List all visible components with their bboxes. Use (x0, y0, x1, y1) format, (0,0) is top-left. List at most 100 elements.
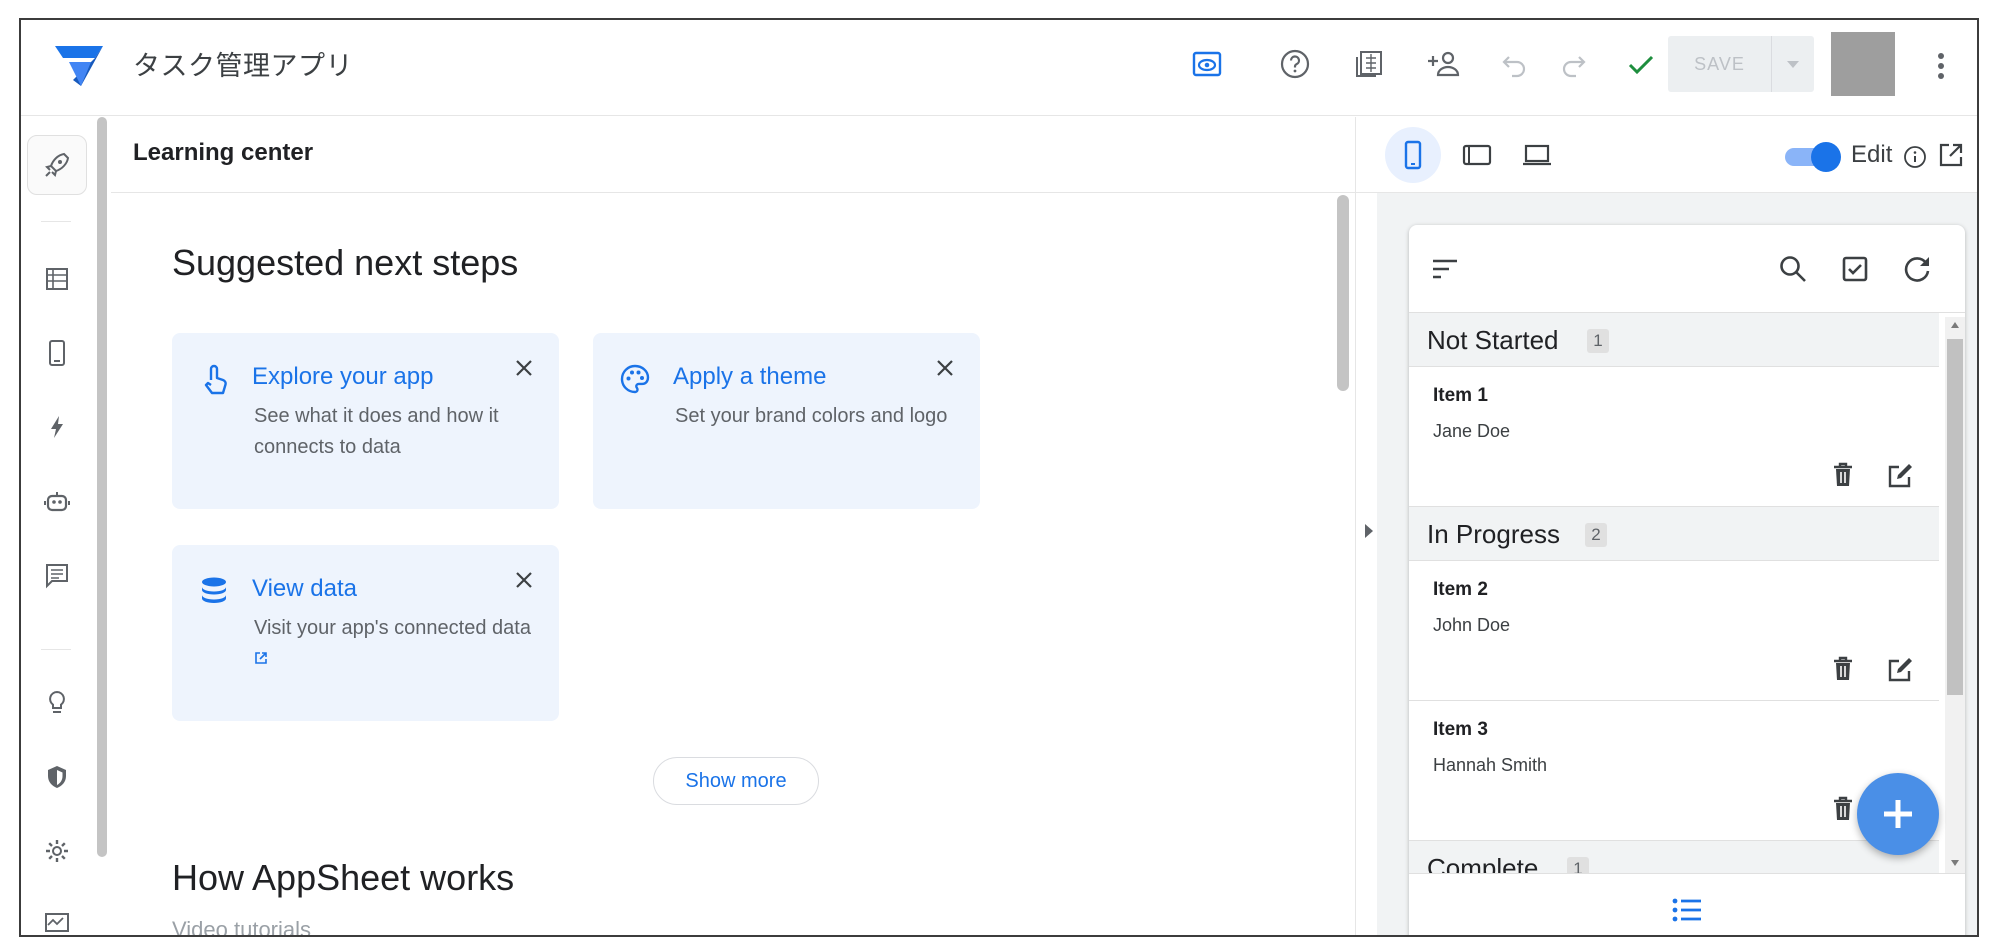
close-icon[interactable] (930, 353, 960, 383)
bolt-icon[interactable] (37, 407, 77, 447)
delete-icon[interactable] (1827, 653, 1859, 685)
template-icon[interactable] (1349, 44, 1389, 84)
chat-icon[interactable] (37, 555, 77, 595)
group-name: Not Started (1427, 325, 1559, 355)
card-description: See what it does and how it connects to … (254, 405, 499, 458)
user-avatar[interactable] (1831, 32, 1895, 96)
refresh-icon[interactable] (1895, 247, 1939, 291)
add-user-icon[interactable] (1423, 44, 1463, 84)
suggested-steps-heading: Suggested next steps (172, 242, 519, 283)
rail-scrollbar[interactable] (97, 117, 107, 857)
list-item[interactable]: Item 2 John Doe (1409, 561, 1939, 701)
card-title: View data (252, 575, 357, 602)
settings-gear-icon[interactable] (37, 831, 77, 871)
learning-center-header: Learning center (111, 117, 1377, 193)
app-window: タスク管理アプリ SAVE Learning center Suggested … (19, 18, 1979, 937)
rocket-icon[interactable] (37, 145, 77, 185)
undo-icon[interactable] (1495, 44, 1535, 84)
list-item[interactable]: Item 1 Jane Doe (1409, 367, 1939, 507)
bot-icon[interactable] (37, 481, 77, 521)
preview-panel: Edit Not Started 1 Item 1 Jane Doe In Pr… (1377, 117, 1977, 935)
device-preview: Not Started 1 Item 1 Jane Doe In Progres… (1409, 225, 1965, 935)
item-title: Item 1 (1433, 385, 1488, 406)
database-icon (198, 575, 230, 607)
list-scrollbar[interactable] (1945, 317, 1965, 873)
delete-icon[interactable] (1827, 793, 1859, 825)
palette-icon (619, 363, 651, 395)
group-header: Complete 1 (1409, 841, 1939, 873)
security-shield-icon[interactable] (37, 757, 77, 797)
lightbulb-icon[interactable] (37, 683, 77, 723)
sort-icon[interactable] (1423, 247, 1467, 291)
card-apply-theme[interactable]: Apply a theme Set your brand colors and … (593, 333, 980, 509)
card-description-text: Visit your app's connected data (254, 617, 531, 639)
app-title: タスク管理アプリ (133, 51, 353, 82)
desktop-device-icon[interactable] (1509, 127, 1565, 183)
card-description: Visit your app's connected data (254, 613, 539, 677)
edit-icon[interactable] (1883, 459, 1917, 493)
close-icon[interactable] (509, 565, 539, 595)
edit-icon[interactable] (1883, 653, 1917, 687)
group-count-badge: 2 (1585, 523, 1607, 547)
appsheet-logo (51, 40, 107, 92)
scroll-up-icon[interactable] (1950, 321, 1960, 329)
item-assignee: John Doe (1433, 615, 1511, 635)
card-title: Explore your app (252, 363, 434, 390)
item-title: Item 3 (1433, 719, 1488, 740)
search-icon[interactable] (1771, 247, 1815, 291)
open-in-new-icon[interactable] (254, 644, 268, 675)
group-name: In Progress (1427, 519, 1560, 549)
learning-center-panel: Learning center Suggested next steps Exp… (111, 117, 1377, 937)
rail-divider (41, 221, 71, 222)
navigation-rail (21, 117, 93, 935)
delete-icon[interactable] (1827, 459, 1859, 491)
touch-icon (198, 363, 230, 395)
preview-eye-icon[interactable] (1187, 44, 1227, 84)
scroll-down-icon[interactable] (1950, 859, 1960, 867)
open-in-new-icon[interactable] (1935, 139, 1967, 171)
app-toolbar (1409, 225, 1965, 313)
save-button-group: SAVE (1668, 36, 1814, 92)
mobile-device-icon[interactable] (1385, 127, 1441, 183)
help-icon[interactable] (1275, 44, 1315, 84)
app-bottom-nav (1409, 873, 1965, 935)
saved-check-icon (1621, 44, 1661, 84)
group-name: Complete (1427, 853, 1539, 873)
card-title: Apply a theme (673, 363, 827, 390)
select-checkbox-icon[interactable] (1833, 247, 1877, 291)
list-view-icon[interactable] (1669, 892, 1705, 928)
monitor-icon[interactable] (37, 903, 77, 935)
video-tutorials-label: Video tutorials (172, 917, 312, 937)
redo-icon[interactable] (1553, 44, 1593, 84)
panel-divider (1355, 117, 1356, 935)
save-options-chevron-down-icon[interactable] (1772, 36, 1814, 92)
edit-mode-toggle[interactable] (1785, 141, 1841, 172)
task-list: Not Started 1 Item 1 Jane Doe In Progres… (1409, 313, 1939, 873)
show-more-button[interactable]: Show more (653, 757, 819, 805)
how-appsheet-works-heading: How AppSheet works (172, 857, 515, 898)
preview-toolbar: Edit (1377, 117, 1977, 193)
collapse-preview-arrow-icon[interactable] (1363, 521, 1375, 541)
table-icon[interactable] (37, 259, 77, 299)
tablet-device-icon[interactable] (1449, 127, 1505, 183)
group-count-badge: 1 (1587, 329, 1609, 353)
info-icon[interactable] (1901, 143, 1929, 171)
add-item-fab-plus-icon[interactable] (1857, 773, 1939, 855)
toggle-knob (1811, 142, 1841, 172)
learning-center-title: Learning center (133, 139, 314, 166)
save-button[interactable]: SAVE (1668, 36, 1772, 92)
phone-icon[interactable] (37, 333, 77, 373)
close-icon[interactable] (509, 353, 539, 383)
item-title: Item 2 (1433, 579, 1488, 600)
item-assignee: Hannah Smith (1433, 755, 1548, 775)
learning-center-scrollbar[interactable] (1337, 195, 1349, 391)
group-count-badge: 1 (1567, 857, 1589, 873)
scrollbar-thumb[interactable] (1947, 339, 1963, 695)
more-vert-icon[interactable] (1921, 46, 1961, 86)
edit-label: Edit (1851, 141, 1893, 168)
rail-divider (41, 649, 71, 650)
card-explore-app[interactable]: Explore your app See what it does and ho… (172, 333, 559, 509)
card-view-data[interactable]: View data Visit your app's connected dat… (172, 545, 559, 721)
item-assignee: Jane Doe (1433, 421, 1511, 441)
card-description: Set your brand colors and logo (675, 405, 948, 427)
